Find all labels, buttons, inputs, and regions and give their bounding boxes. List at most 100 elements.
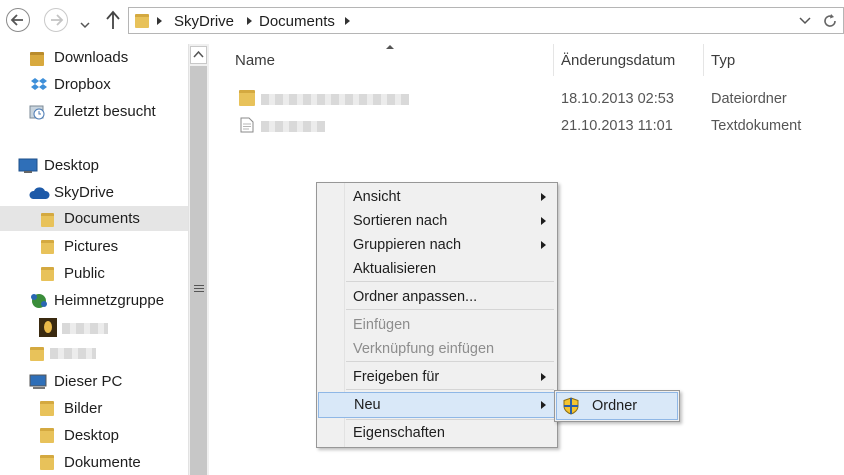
nav-item-pc-desktop[interactable]: Desktop (0, 423, 188, 448)
menu-item-verknuepfung-einfuegen[interactable]: Verknüpfung einfügen (318, 337, 556, 361)
column-header-type[interactable]: Typ (711, 52, 735, 69)
menu-separator (346, 281, 554, 282)
menu-item-label: Einfügen (353, 317, 411, 333)
folder-icon (239, 90, 255, 106)
up-button[interactable] (104, 9, 122, 31)
homegroup-icon (31, 294, 47, 308)
menu-item-neu[interactable]: Neu (318, 392, 556, 418)
scrollbar-thumb[interactable] (190, 66, 207, 475)
nav-item-pictures[interactable]: Pictures (0, 234, 188, 259)
chevron-right-icon (541, 241, 546, 249)
avatar (39, 318, 57, 337)
menu-item-eigenschaften[interactable]: Eigenschaften (318, 421, 556, 445)
column-header-name[interactable]: Name (235, 52, 275, 69)
scroll-up-button[interactable] (190, 46, 207, 64)
forward-button[interactable] (44, 8, 68, 32)
text-document-icon (240, 117, 254, 133)
chevron-up-icon (193, 50, 204, 58)
nav-item-bilder[interactable]: Bilder (0, 396, 188, 421)
breadcrumb-documents[interactable]: Documents (259, 13, 335, 30)
menu-item-sortieren[interactable]: Sortieren nach (318, 209, 556, 233)
shield-icon (563, 397, 579, 415)
nav-item-label: Dropbox (54, 76, 111, 93)
refresh-icon[interactable] (822, 13, 838, 29)
sort-ascending-icon (386, 45, 394, 49)
blurred-text (261, 121, 325, 132)
chevron-right-icon (541, 217, 546, 225)
nav-item-this-pc[interactable]: Dieser PC (0, 369, 188, 394)
cell-date: 18.10.2013 02:53 (561, 91, 674, 107)
downloads-folder-icon (30, 52, 44, 66)
documents-library-icon (40, 455, 54, 470)
nav-item-label: Desktop (64, 427, 120, 444)
arrow-up-icon (106, 10, 120, 29)
back-button[interactable] (6, 8, 30, 32)
column-header-date[interactable]: Änderungsdatum (561, 52, 675, 69)
column-divider[interactable] (553, 44, 554, 76)
nav-item-downloads[interactable]: Downloads (0, 45, 188, 70)
menu-item-label: Gruppieren nach (353, 237, 462, 253)
nav-item-homegroup[interactable]: Heimnetzgruppe (0, 288, 188, 313)
address-bar[interactable]: SkyDrive Documents (128, 7, 844, 34)
menu-item-label: Eigenschaften (353, 425, 445, 441)
cell-type: Textdokument (711, 118, 802, 134)
nav-item-label: Public (64, 265, 105, 282)
menu-item-label: Sortieren nach (353, 213, 448, 229)
menu-separator (346, 389, 554, 390)
folder-icon (41, 267, 54, 281)
nav-item-user[interactable] (0, 315, 188, 340)
nav-item-label: Documents (64, 210, 140, 227)
menu-item-label: Aktualisieren (353, 261, 437, 277)
nav-item-dokumente[interactable]: Dokumente (0, 450, 188, 475)
folder-icon (41, 240, 54, 254)
menu-item-einfuegen[interactable]: Einfügen (318, 313, 556, 337)
cloud-icon (29, 187, 50, 199)
blurred-text (261, 94, 409, 105)
menu-separator (346, 309, 554, 310)
chevron-down-icon[interactable] (799, 17, 811, 25)
nav-item-label: Bilder (64, 400, 103, 417)
navigation-pane: Downloads Dropbox Zuletzt besucht Deskto… (0, 42, 188, 475)
recent-locations-dropdown[interactable] (80, 16, 90, 32)
chevron-right-icon (247, 17, 252, 25)
desktop-folder-icon (40, 428, 54, 443)
nav-item-skydrive[interactable]: SkyDrive (0, 180, 188, 205)
menu-item-ansicht[interactable]: Ansicht (318, 185, 556, 209)
cell-type: Dateiordner (711, 91, 787, 107)
pictures-library-icon (40, 401, 54, 416)
column-divider[interactable] (703, 44, 704, 76)
menu-item-freigeben[interactable]: Freigeben für (318, 365, 556, 389)
chevron-right-icon (345, 17, 350, 25)
submenu-item-ordner[interactable]: Ordner (556, 392, 678, 420)
folder-icon (41, 213, 54, 227)
menu-item-aktualisieren[interactable]: Aktualisieren (318, 257, 556, 281)
menu-item-ordner-anpassen[interactable]: Ordner anpassen... (318, 285, 556, 309)
recent-places-icon (29, 105, 45, 120)
nav-item-label: Dieser PC (54, 373, 123, 390)
menu-separator (346, 419, 554, 420)
menu-item-label: Ansicht (353, 189, 401, 205)
dropbox-icon (31, 78, 47, 90)
submenu-item-label: Ordner (592, 398, 638, 414)
nav-item-label: Dokumente (64, 454, 141, 471)
menu-item-label: Verknüpfung einfügen (353, 341, 495, 357)
grip-icon (194, 285, 204, 292)
nav-item-label: Pictures (64, 238, 119, 255)
chevron-down-icon (80, 22, 90, 29)
menu-item-gruppieren[interactable]: Gruppieren nach (318, 233, 556, 257)
menu-item-label: Neu (354, 397, 381, 413)
table-row[interactable]: 21.10.2013 11:01 Textdokument (211, 115, 844, 139)
nav-item-recent[interactable]: Zuletzt besucht (0, 99, 188, 124)
nav-item-desktop[interactable]: Desktop (0, 153, 188, 178)
nav-item-documents[interactable]: Documents (0, 206, 188, 231)
menu-item-label: Ordner anpassen... (353, 289, 478, 305)
user-folder-icon (30, 347, 44, 361)
blurred-text (62, 323, 108, 334)
nav-item-user-folder[interactable] (0, 341, 188, 366)
nav-item-public[interactable]: Public (0, 261, 188, 286)
nav-item-label: SkyDrive (54, 184, 115, 201)
breadcrumb-skydrive[interactable]: SkyDrive (174, 13, 234, 30)
nav-item-label: Heimnetzgruppe (54, 292, 165, 309)
nav-item-dropbox[interactable]: Dropbox (0, 72, 188, 97)
table-row[interactable]: 18.10.2013 02:53 Dateiordner (211, 88, 844, 112)
